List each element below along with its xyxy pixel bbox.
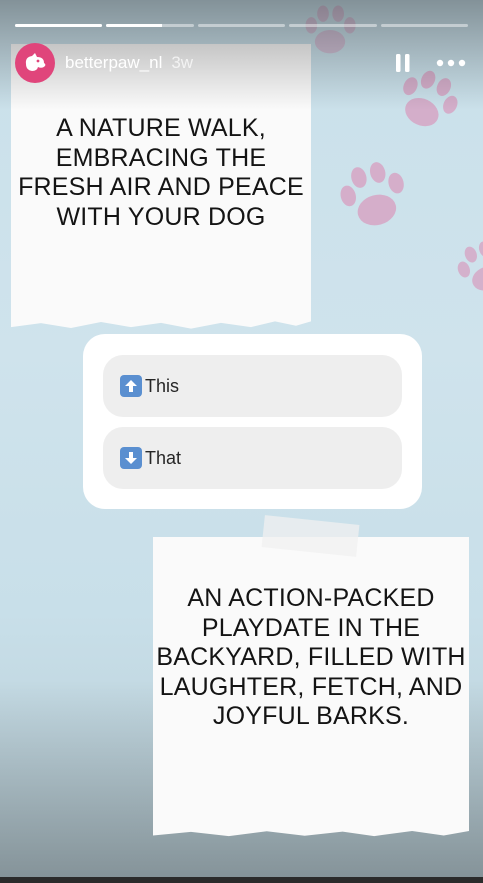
more-options-icon[interactable] — [436, 57, 466, 69]
poll-option-that[interactable]: That — [103, 427, 402, 489]
story-view[interactable]: betterpaw_nl 3w A NATURE WALK, EMBRACING… — [0, 0, 483, 877]
bottom-strip — [0, 877, 483, 883]
pause-icon[interactable] — [393, 53, 413, 73]
paw-print-icon — [340, 162, 404, 226]
progress-segment — [15, 24, 103, 27]
bottom-card-text: AN ACTION-PACKED PLAYDATE IN THE BACKYAR… — [156, 584, 466, 730]
story-header: betterpaw_nl 3w — [15, 43, 468, 83]
username[interactable]: betterpaw_nl — [65, 53, 162, 73]
poll-option-label: This — [145, 375, 180, 396]
poll-sticker: This That — [83, 334, 422, 509]
paw-print-icon — [457, 241, 483, 291]
poll-option-label: That — [145, 447, 182, 468]
avatar[interactable] — [15, 43, 55, 83]
progress-segment — [289, 24, 377, 27]
progress-segment — [197, 24, 286, 27]
post-time: 3w — [171, 53, 194, 72]
top-card-text: A NATURE WALK, EMBRACING THE FRESH AIR A… — [18, 114, 304, 231]
story-progress-bar — [15, 24, 469, 27]
progress-segment — [106, 24, 194, 27]
down-arrow-icon — [120, 447, 142, 469]
up-arrow-icon — [120, 375, 142, 397]
poll-option-this[interactable]: This — [103, 355, 402, 417]
progress-segment — [380, 24, 469, 27]
dog-logo-icon — [25, 53, 46, 71]
